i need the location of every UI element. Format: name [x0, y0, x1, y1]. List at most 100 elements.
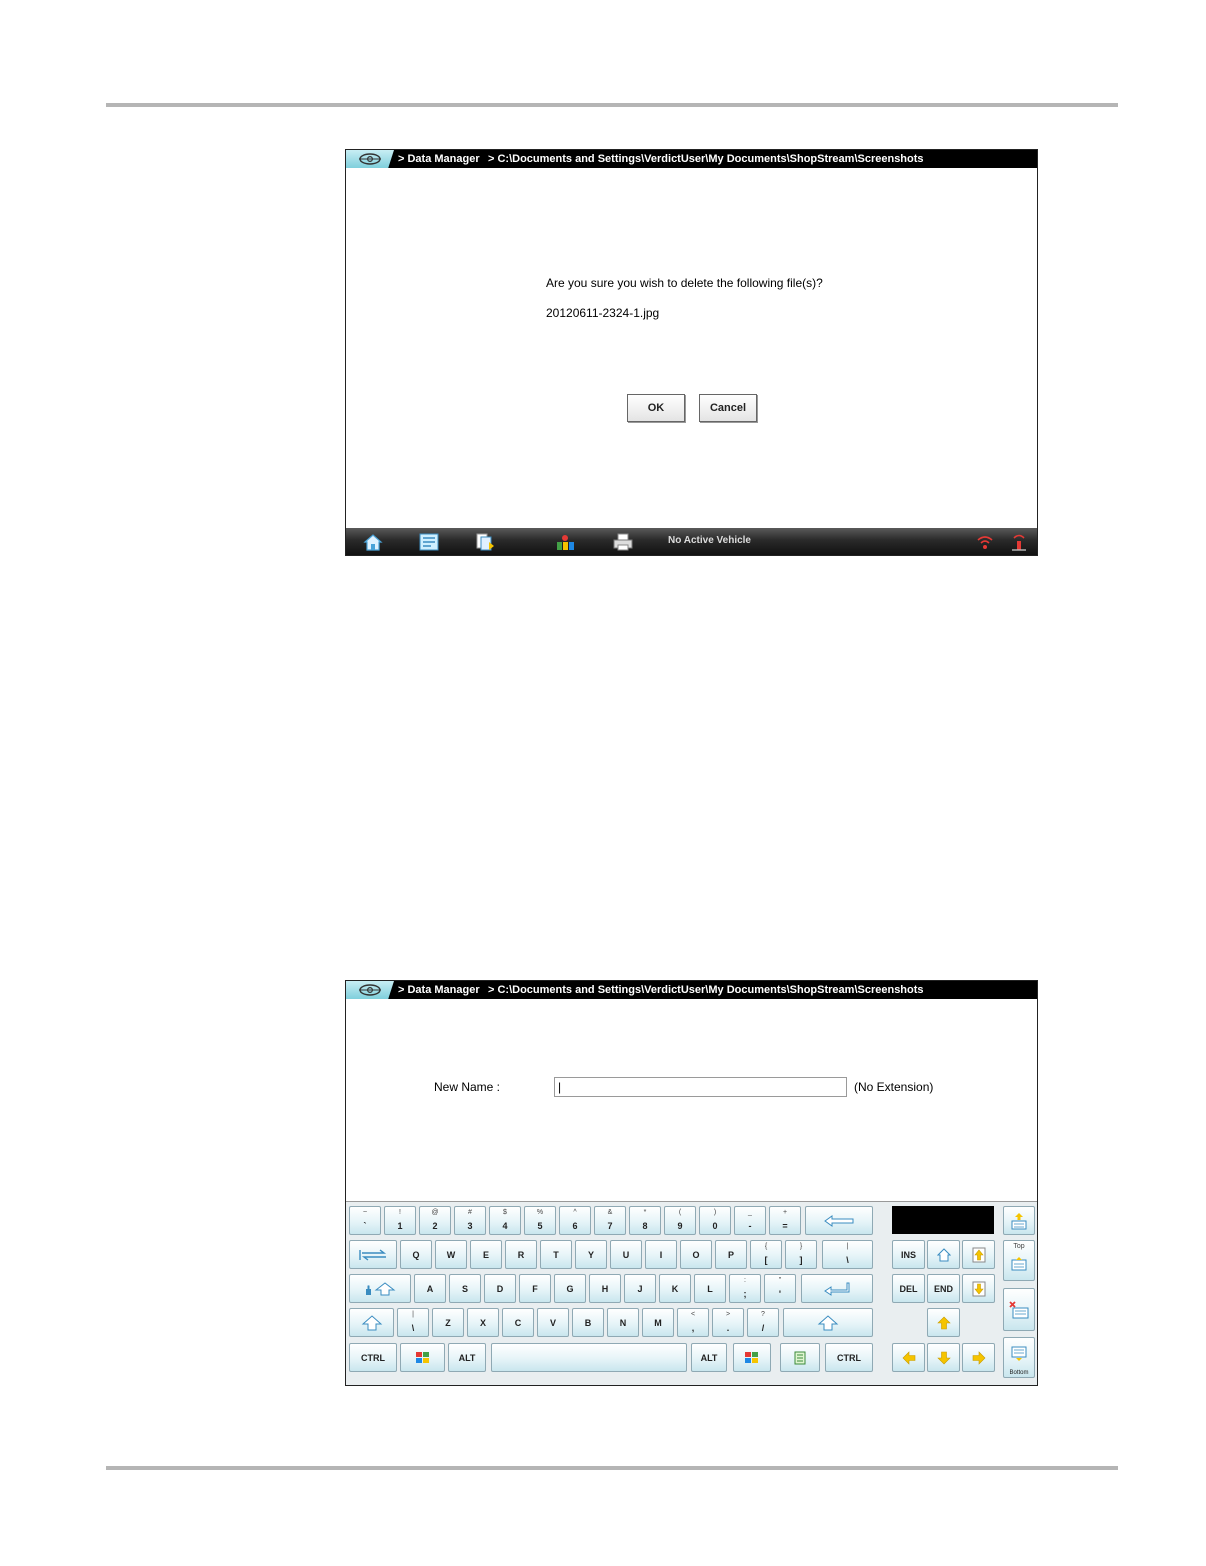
- key-i[interactable]: I: [645, 1240, 677, 1269]
- key-arrow-up[interactable]: [927, 1308, 960, 1337]
- keyboard-bottom-button[interactable]: Bottom: [1003, 1337, 1035, 1378]
- key-left-bracket[interactable]: {[: [750, 1240, 782, 1269]
- key-0[interactable]: ) 0: [699, 1206, 731, 1235]
- key-l[interactable]: L: [694, 1274, 726, 1303]
- keyboard-close-button[interactable]: [1003, 1288, 1035, 1331]
- key-left-alt[interactable]: ALT: [448, 1343, 486, 1372]
- key-comma[interactable]: <,: [677, 1308, 709, 1337]
- key-backslash[interactable]: | \: [822, 1240, 873, 1269]
- key-del[interactable]: DEL: [892, 1274, 925, 1303]
- key-home[interactable]: [927, 1240, 960, 1269]
- breadcrumb-section[interactable]: > Data Manager: [398, 981, 480, 999]
- key-v[interactable]: V: [537, 1308, 569, 1337]
- key-q[interactable]: Q: [400, 1240, 432, 1269]
- wifi-icon[interactable]: [974, 532, 996, 552]
- key-5[interactable]: % 5: [524, 1206, 556, 1235]
- key-backslash-2[interactable]: | \: [397, 1308, 429, 1337]
- title-bar: > Data Manager > C:\Documents and Settin…: [346, 150, 1037, 168]
- key-period[interactable]: >.: [712, 1308, 744, 1337]
- key-page-down[interactable]: [962, 1274, 995, 1303]
- back-logo-button[interactable]: [346, 150, 394, 168]
- home-icon[interactable]: [362, 532, 384, 552]
- key-r[interactable]: R: [505, 1240, 537, 1269]
- key-3[interactable]: #3: [454, 1206, 486, 1235]
- key-2[interactable]: @2: [419, 1206, 451, 1235]
- signal-icon[interactable]: [1008, 532, 1030, 552]
- taskbar: No Active Vehicle: [346, 528, 1037, 555]
- new-name-input[interactable]: |: [554, 1077, 847, 1097]
- back-logo-button[interactable]: [346, 981, 394, 999]
- ok-button[interactable]: OK: [627, 394, 685, 422]
- key-arrow-right[interactable]: [962, 1343, 995, 1372]
- key-u[interactable]: U: [610, 1240, 642, 1269]
- key-w[interactable]: W: [435, 1240, 467, 1269]
- keyboard-move-up-button[interactable]: [1003, 1206, 1035, 1235]
- keyboard-top-icon: [1011, 1257, 1027, 1271]
- key-right-windows[interactable]: [733, 1343, 771, 1372]
- keyboard-up-icon: [1011, 1212, 1027, 1229]
- key-6[interactable]: ^ 6: [559, 1206, 591, 1235]
- cancel-button[interactable]: Cancel: [699, 394, 757, 422]
- key-p[interactable]: P: [715, 1240, 747, 1269]
- key-backtick[interactable]: ~ `: [349, 1206, 381, 1235]
- key-e[interactable]: E: [470, 1240, 502, 1269]
- key-h[interactable]: H: [589, 1274, 621, 1303]
- key-s[interactable]: S: [449, 1274, 481, 1303]
- key-7[interactable]: & 7: [594, 1206, 626, 1235]
- key-backspace[interactable]: [805, 1206, 873, 1235]
- key-g[interactable]: G: [554, 1274, 586, 1303]
- key-a[interactable]: A: [414, 1274, 446, 1303]
- key-quote[interactable]: " ': [764, 1274, 796, 1303]
- key-left-windows[interactable]: [400, 1343, 445, 1372]
- key-right-alt[interactable]: ALT: [691, 1343, 727, 1372]
- key-y[interactable]: Y: [575, 1240, 607, 1269]
- key-enter[interactable]: [801, 1274, 873, 1303]
- key-left-shift[interactable]: [349, 1308, 394, 1337]
- key-x[interactable]: X: [467, 1308, 499, 1337]
- backspace-arrow-icon: [824, 1214, 854, 1227]
- key-d[interactable]: D: [484, 1274, 516, 1303]
- vehicle-icon[interactable]: [554, 532, 576, 552]
- key-right-shift[interactable]: [783, 1308, 873, 1337]
- key-caps-lock[interactable]: [349, 1274, 411, 1303]
- wheel-logo-icon: [359, 153, 381, 165]
- key-tab[interactable]: [349, 1240, 397, 1269]
- key-slash[interactable]: ? /: [747, 1308, 779, 1337]
- key-semicolon[interactable]: :;: [729, 1274, 761, 1303]
- key-t[interactable]: T: [540, 1240, 572, 1269]
- key-o[interactable]: O: [680, 1240, 712, 1269]
- tab-arrows-icon: [359, 1248, 387, 1261]
- key-m[interactable]: M: [642, 1308, 674, 1337]
- enter-arrow-icon: [824, 1282, 850, 1296]
- key-equals[interactable]: + =: [769, 1206, 801, 1235]
- key-n[interactable]: N: [607, 1308, 639, 1337]
- page-up-icon: [972, 1247, 985, 1262]
- key-right-ctrl[interactable]: CTRL: [825, 1343, 873, 1372]
- key-1[interactable]: ! 1: [384, 1206, 416, 1235]
- breadcrumb-section[interactable]: > Data Manager: [398, 150, 480, 168]
- key-9[interactable]: (9: [664, 1206, 696, 1235]
- keyboard-top-button[interactable]: Top: [1003, 1240, 1035, 1281]
- key-j[interactable]: J: [624, 1274, 656, 1303]
- key-ins[interactable]: INS: [892, 1240, 925, 1269]
- print-icon[interactable]: [612, 532, 634, 552]
- key-z[interactable]: Z: [432, 1308, 464, 1337]
- key-space[interactable]: [491, 1343, 687, 1372]
- key-right-bracket[interactable]: }]: [785, 1240, 817, 1269]
- toolbar-icon[interactable]: [418, 532, 440, 552]
- key-4[interactable]: $4: [489, 1206, 521, 1235]
- key-minus[interactable]: _ -: [734, 1206, 766, 1235]
- key-menu[interactable]: [780, 1343, 820, 1372]
- key-arrow-left[interactable]: [892, 1343, 925, 1372]
- key-arrow-down[interactable]: [927, 1343, 960, 1372]
- key-c[interactable]: C: [502, 1308, 534, 1337]
- key-b[interactable]: B: [572, 1308, 604, 1337]
- key-k[interactable]: K: [659, 1274, 691, 1303]
- key-page-up[interactable]: [962, 1240, 995, 1269]
- arrow-left-icon: [902, 1350, 915, 1365]
- key-left-ctrl[interactable]: CTRL: [349, 1343, 397, 1372]
- key-8[interactable]: * 8: [629, 1206, 661, 1235]
- key-end[interactable]: END: [927, 1274, 960, 1303]
- data-manager-icon[interactable]: [474, 532, 496, 552]
- key-f[interactable]: F: [519, 1274, 551, 1303]
